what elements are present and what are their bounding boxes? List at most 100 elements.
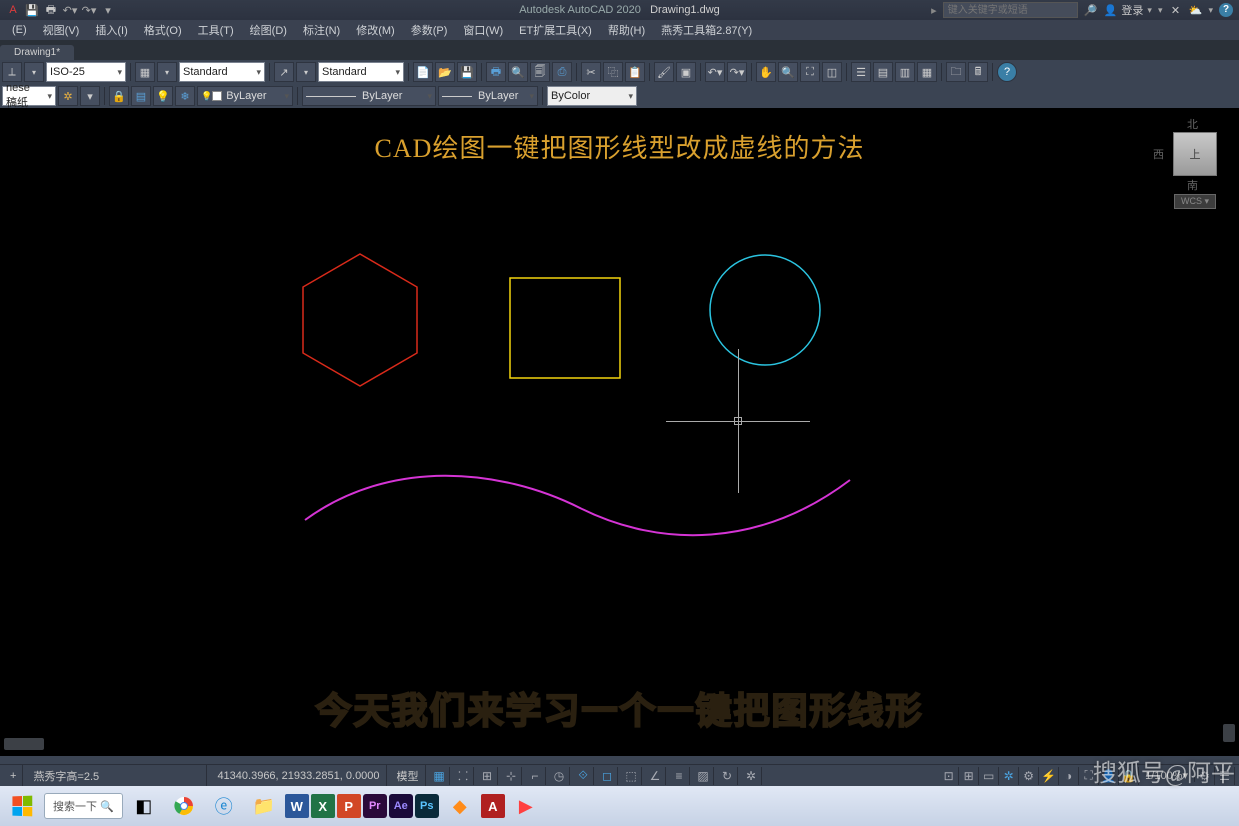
search-arrow-icon[interactable]: ▸ [931, 4, 937, 17]
publish-icon[interactable]: 🗐 [530, 62, 550, 82]
grid-icon[interactable]: ▦ [430, 767, 450, 785]
recorder-icon[interactable]: ▶ [507, 788, 545, 824]
viewcube[interactable]: 北 西 上 南 WCS ▾ [1159, 118, 1231, 209]
isodraft-icon[interactable]: ⟐ [574, 767, 594, 785]
table-dd-icon[interactable]: ▾ [157, 62, 177, 82]
chrome-icon[interactable] [165, 788, 203, 824]
3dosnap-icon[interactable]: ⬚ [622, 767, 642, 785]
menu-item[interactable]: 插入(I) [87, 22, 135, 38]
menu-item[interactable]: 帮助(H) [600, 22, 653, 38]
paste-icon[interactable]: 📋 [625, 62, 645, 82]
redo-icon[interactable]: ↷▾ [82, 3, 96, 17]
qat-dropdown-icon[interactable]: ▾ [101, 3, 115, 17]
redo2-icon[interactable]: ↷▾ [727, 62, 747, 82]
doc-tab[interactable]: Drawing1* [0, 45, 74, 60]
menu-item[interactable]: (E) [4, 24, 35, 36]
table-style-dropdown[interactable]: Standard▾ [179, 62, 265, 82]
layer-frz-icon[interactable]: ❄ [175, 86, 195, 106]
workspace-icon[interactable]: ⚙ [1019, 767, 1039, 785]
3dprint-icon[interactable]: ⎙ [552, 62, 572, 82]
print-icon[interactable]: 🖶 [44, 3, 58, 17]
layer-dropdown[interactable]: 💡ByLayer▾ [197, 86, 293, 106]
annot-scale-dropdown[interactable]: nese 稿纸▾ [2, 86, 56, 106]
excel-icon[interactable]: X [311, 794, 335, 818]
drawing-canvas[interactable]: CAD绘图一键把图形线型改成虚线的方法 北 西 上 南 WCS ▾ [0, 108, 1239, 756]
layer-mgr-icon[interactable]: ▤ [131, 86, 151, 106]
search-input[interactable] [943, 2, 1078, 18]
transparency-icon[interactable]: ▨ [694, 767, 714, 785]
save-icon[interactable]: 💾 [25, 3, 39, 17]
quickview-icon[interactable]: ▭ [979, 767, 999, 785]
annot-vis-icon[interactable]: ✲ [999, 767, 1019, 785]
layer-off-icon[interactable]: 💡 [153, 86, 173, 106]
menu-item[interactable]: 工具(T) [190, 22, 242, 38]
help-icon[interactable]: ? [1219, 3, 1233, 17]
mleader-dd-icon[interactable]: ▾ [296, 62, 316, 82]
undo2-icon[interactable]: ↶▾ [705, 62, 725, 82]
dim-style-dropdown[interactable]: ISO-25▾ [46, 62, 126, 82]
menu-item[interactable]: 修改(M) [348, 22, 403, 38]
ie-icon[interactable]: ⓔ [205, 788, 243, 824]
linetype-dropdown[interactable]: ByLayer▾ [302, 86, 436, 106]
a360-icon[interactable]: ⛅ [1188, 3, 1202, 17]
units-icon[interactable]: ⊞ [959, 767, 979, 785]
search-submit-icon[interactable]: 🔎 [1084, 3, 1098, 17]
add-layout-button[interactable]: + [4, 765, 23, 786]
infer-icon[interactable]: ⊞ [478, 767, 498, 785]
zoom-win-icon[interactable]: ◫ [822, 62, 842, 82]
app-menu-icon[interactable]: A [6, 3, 20, 17]
sheet-icon[interactable]: ▦ [917, 62, 937, 82]
photoshop-icon[interactable]: Ps [415, 794, 439, 818]
lineweight-dropdown[interactable]: ByLayer▾ [438, 86, 538, 106]
menu-item[interactable]: 窗口(W) [455, 22, 511, 38]
dim-continue-icon[interactable]: ▾ [24, 62, 44, 82]
ortho-icon[interactable]: ⌐ [526, 767, 546, 785]
h-scrollbar[interactable] [4, 738, 44, 750]
annot-mon-icon[interactable]: ✲ [742, 767, 762, 785]
open-icon[interactable]: 📂 [435, 62, 455, 82]
start-button[interactable] [2, 788, 42, 824]
login-button[interactable]: 👤 登录 ▾ [1104, 2, 1152, 18]
pan-icon[interactable]: ✋ [756, 62, 776, 82]
tool-pal-icon[interactable]: ▥ [895, 62, 915, 82]
table-icon[interactable]: ▦ [135, 62, 155, 82]
save2-icon[interactable]: 💾 [457, 62, 477, 82]
space-button[interactable]: 模型 [391, 765, 426, 786]
isolate-icon[interactable]: ◑ [1059, 767, 1079, 785]
props-icon[interactable]: ☰ [851, 62, 871, 82]
viewcube-wcs[interactable]: WCS ▾ [1174, 194, 1216, 209]
help2-icon[interactable]: ? [997, 62, 1017, 82]
misc-app-icon[interactable]: ◆ [441, 788, 479, 824]
hw-accel-icon[interactable]: ⚡ [1039, 767, 1059, 785]
mleader-style-dropdown[interactable]: Standard▾ [318, 62, 404, 82]
preview-icon[interactable]: 🔍 [508, 62, 528, 82]
zoom-icon[interactable]: 🔍 [778, 62, 798, 82]
new-icon[interactable]: 📄 [413, 62, 433, 82]
qcalc-icon[interactable]: 🖩 [968, 62, 988, 82]
osnap-icon[interactable]: ◻ [598, 767, 618, 785]
a360-dropdown-icon[interactable]: ▾ [1208, 5, 1213, 16]
zoom-ext-icon[interactable]: ⛶ [800, 62, 820, 82]
aftereffects-icon[interactable]: Ae [389, 794, 413, 818]
plotstyle-dropdown[interactable]: ByColor▾ [547, 86, 637, 106]
ppt-icon[interactable]: P [337, 794, 361, 818]
dcenter-icon[interactable]: ▤ [873, 62, 893, 82]
cut-icon[interactable]: ✂ [581, 62, 601, 82]
otrack-icon[interactable]: ∠ [646, 767, 666, 785]
viewcube-face[interactable]: 上 [1173, 132, 1217, 176]
snap-icon[interactable]: ⸬ [454, 767, 474, 785]
word-icon[interactable]: W [285, 794, 309, 818]
layer-lock-icon[interactable]: 🔒 [109, 86, 129, 106]
mleader-icon[interactable]: ↗ [274, 62, 294, 82]
v-scrollbar[interactable] [1223, 724, 1235, 742]
task-view-icon[interactable]: ◧ [125, 788, 163, 824]
polar-icon[interactable]: ◷ [550, 767, 570, 785]
exchange-dropdown-icon[interactable]: ▾ [1158, 5, 1163, 16]
premiere-icon[interactable]: Pr [363, 794, 387, 818]
explorer-icon[interactable]: 📁 [245, 788, 283, 824]
exchange-icon[interactable]: ✕ [1168, 3, 1182, 17]
undo-icon[interactable]: ↶▾ [63, 3, 77, 17]
menu-item[interactable]: 参数(P) [403, 22, 456, 38]
block-icon[interactable]: ▣ [676, 62, 696, 82]
menu-item[interactable]: 视图(V) [35, 22, 88, 38]
